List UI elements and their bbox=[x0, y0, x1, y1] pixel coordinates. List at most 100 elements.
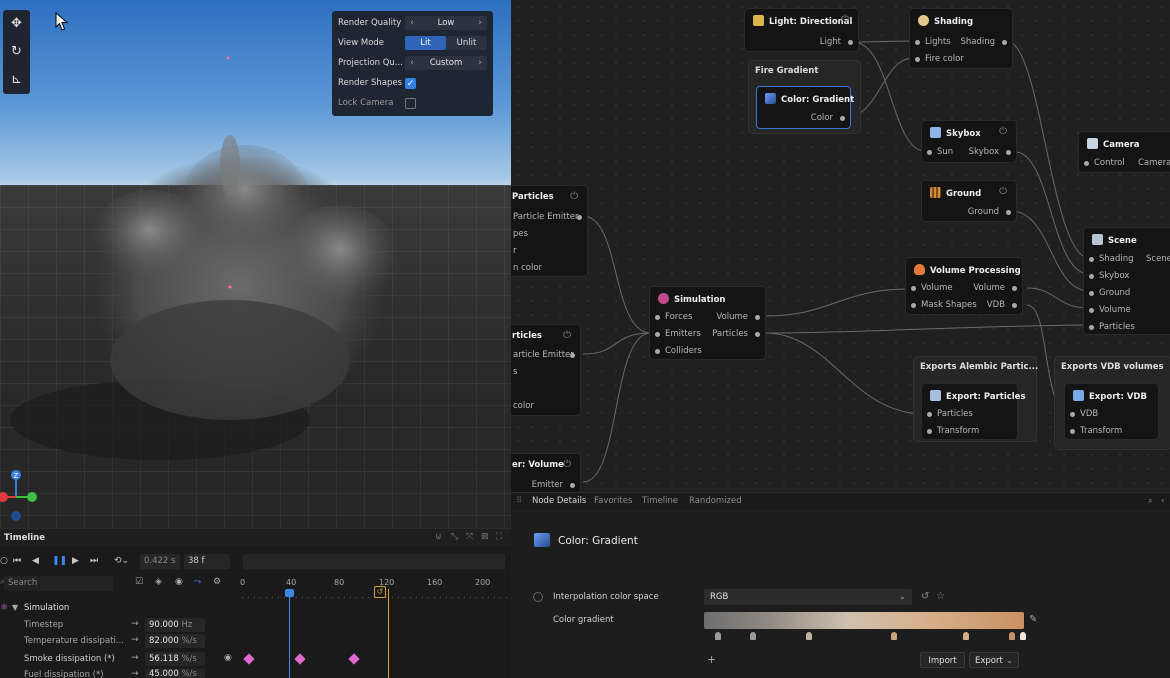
tab-randomized[interactable]: Randomized bbox=[689, 496, 742, 506]
output-port[interactable] bbox=[755, 315, 760, 320]
3d-viewport[interactable]: ✥ ↻ ⊾ Render Quality ‹ Low › View Mode L… bbox=[0, 0, 511, 528]
timeline-search-input[interactable]: Search bbox=[4, 576, 113, 591]
eyedropper-icon[interactable]: ✎ bbox=[1029, 614, 1037, 625]
power-icon[interactable]: ⏻ bbox=[999, 126, 1007, 137]
node-volume-processing[interactable]: Volume Processing Volume Mask Shapes Vol… bbox=[905, 257, 1023, 315]
gradient-stop-selected[interactable] bbox=[1020, 632, 1026, 640]
input-port[interactable] bbox=[927, 429, 932, 434]
node-graph-canvas[interactable]: Light: Directional ⏻ Light Shading Light… bbox=[511, 0, 1170, 492]
power-icon[interactable]: ⏻ bbox=[841, 14, 849, 25]
track-value-field[interactable]: 56.118 %/s bbox=[145, 652, 205, 666]
chevron-right-icon[interactable]: › bbox=[475, 56, 485, 70]
node-light-directional[interactable]: Light: Directional ⏻ Light bbox=[744, 8, 859, 52]
track-value-field[interactable]: 82.000 %/s bbox=[145, 634, 205, 648]
import-button[interactable]: Import bbox=[920, 652, 965, 668]
node-color-gradient[interactable]: Color: Gradient Color bbox=[756, 86, 854, 129]
render-quality-stepper[interactable]: ‹ Low › bbox=[405, 16, 487, 30]
track-value-field[interactable]: 90.000 Hz bbox=[145, 618, 205, 632]
gradient-stop[interactable] bbox=[715, 632, 721, 640]
output-port[interactable] bbox=[1006, 150, 1011, 155]
frame-icon[interactable]: ⊠ bbox=[481, 532, 489, 542]
node-export-vdb[interactable]: Export: VDB VDB Transform bbox=[1064, 383, 1159, 440]
magnet-icon[interactable]: ⊍ bbox=[435, 532, 442, 542]
output-port[interactable] bbox=[848, 40, 853, 45]
gradient-stop[interactable] bbox=[750, 632, 756, 640]
input-port[interactable] bbox=[655, 332, 660, 337]
step-forward-icon[interactable]: ▶ bbox=[72, 556, 79, 566]
input-port[interactable] bbox=[655, 315, 660, 320]
chevron-left-icon[interactable]: ‹ bbox=[407, 16, 417, 30]
export-button[interactable]: Export ⌄ bbox=[969, 652, 1019, 668]
input-port[interactable] bbox=[1089, 325, 1094, 330]
link-arrow-icon[interactable]: → bbox=[131, 669, 139, 678]
input-port[interactable] bbox=[927, 150, 932, 155]
track-value-field[interactable]: 45.000 %/s bbox=[145, 669, 205, 678]
node-camera[interactable]: Camera Control Camera bbox=[1078, 131, 1170, 173]
node-ground[interactable]: Ground ⏻ Ground bbox=[921, 180, 1017, 222]
input-port[interactable] bbox=[1089, 291, 1094, 296]
node-skybox[interactable]: Skybox ⏻ Sun Skybox bbox=[921, 120, 1017, 163]
keyframe-toggle-icon[interactable] bbox=[533, 592, 543, 602]
gradient-stop[interactable] bbox=[891, 632, 897, 640]
output-port[interactable] bbox=[570, 353, 575, 358]
node-particles-1[interactable]: Particles ⏻ Particle Emitter pes r n col… bbox=[511, 185, 588, 277]
node-shading[interactable]: Shading Lights Fire color Shading bbox=[909, 8, 1013, 69]
time-field[interactable]: 0.422 s bbox=[140, 554, 180, 569]
loop-mode-icon[interactable]: ⟲⌄ bbox=[114, 556, 129, 566]
move-icon[interactable]: ✥ bbox=[8, 15, 25, 32]
playhead-handle[interactable] bbox=[285, 589, 294, 597]
input-port[interactable] bbox=[1089, 308, 1094, 313]
gradient-stop[interactable] bbox=[963, 632, 969, 640]
reset-icon[interactable]: ↺ bbox=[921, 591, 929, 602]
output-port[interactable] bbox=[840, 116, 845, 121]
checkbox-filter-icon[interactable]: ☑ bbox=[135, 577, 143, 587]
view-mode-unlit-button[interactable]: Unlit bbox=[446, 36, 487, 50]
collapse-icon[interactable]: ⤧ bbox=[466, 532, 473, 542]
keyframe-filter-icon[interactable]: ◈ bbox=[155, 577, 162, 587]
input-port[interactable] bbox=[1089, 257, 1094, 262]
projection-quality-stepper[interactable]: ‹ Custom › bbox=[405, 56, 487, 70]
link-arrow-icon[interactable]: → bbox=[131, 619, 139, 629]
input-port[interactable] bbox=[655, 349, 660, 354]
chevron-right-icon[interactable]: › bbox=[475, 16, 485, 30]
input-port[interactable] bbox=[1070, 412, 1075, 417]
star-icon[interactable]: ☆ bbox=[936, 591, 945, 602]
expand-icon[interactable]: ⛶ bbox=[496, 532, 502, 542]
chevron-down-icon[interactable]: ▼ bbox=[12, 603, 18, 612]
search-icon[interactable]: ⌕ bbox=[1148, 496, 1153, 506]
skip-start-icon[interactable]: ⏮ bbox=[13, 556, 21, 566]
power-icon[interactable]: ⏻ bbox=[563, 459, 571, 470]
curve-icon[interactable]: ⤳ bbox=[194, 577, 201, 587]
link-arrow-icon[interactable]: → bbox=[131, 653, 139, 663]
input-port[interactable] bbox=[915, 57, 920, 62]
link-arrow-icon[interactable]: → bbox=[131, 635, 139, 645]
power-icon[interactable]: ⏻ bbox=[999, 186, 1007, 197]
output-port[interactable] bbox=[577, 215, 582, 220]
output-port[interactable] bbox=[1012, 303, 1017, 308]
input-port[interactable] bbox=[1070, 429, 1075, 434]
target-icon[interactable]: ◉ bbox=[175, 577, 183, 587]
keyframe[interactable] bbox=[348, 653, 360, 665]
rotate-icon[interactable]: ↻ bbox=[8, 43, 25, 60]
output-port[interactable] bbox=[1006, 210, 1011, 215]
eye-icon[interactable]: ◉ bbox=[224, 653, 232, 663]
output-port[interactable] bbox=[570, 483, 575, 488]
step-back-icon[interactable]: ◀ bbox=[32, 556, 39, 566]
input-port[interactable] bbox=[911, 303, 916, 308]
drag-handle-icon[interactable]: ⠿ bbox=[516, 496, 522, 506]
end-marker[interactable] bbox=[388, 589, 389, 678]
output-port[interactable] bbox=[1002, 40, 1007, 45]
color-gradient-bar[interactable] bbox=[704, 612, 1024, 629]
input-port[interactable] bbox=[1089, 274, 1094, 279]
chevron-left-icon[interactable]: ‹ bbox=[407, 56, 417, 70]
add-stop-button[interactable]: + bbox=[707, 653, 716, 666]
interpolation-dropdown[interactable]: RGB ⌄ bbox=[704, 589, 912, 605]
render-shapes-checkbox[interactable]: ✓ bbox=[405, 78, 416, 89]
chevron-left-icon[interactable]: ‹ bbox=[1161, 496, 1164, 506]
power-icon[interactable]: ⏻ bbox=[570, 191, 578, 202]
input-port[interactable] bbox=[927, 412, 932, 417]
input-port[interactable] bbox=[1084, 161, 1089, 166]
node-particles-2[interactable]: rticles ⏻ article Emitter s color bbox=[511, 324, 581, 416]
fit-icon[interactable]: ⤡ bbox=[451, 532, 458, 542]
node-scene[interactable]: Scene Shading Skybox Ground Volume Parti… bbox=[1083, 227, 1170, 335]
